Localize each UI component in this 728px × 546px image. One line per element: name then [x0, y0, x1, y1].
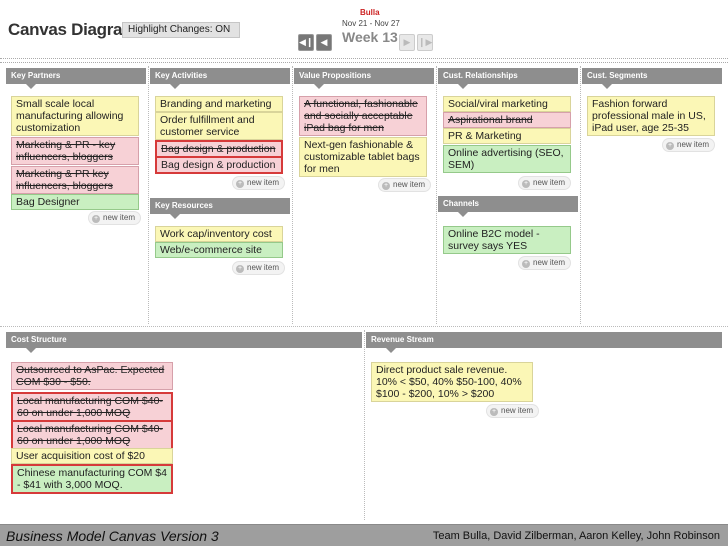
column-divider	[148, 66, 149, 324]
sticky-note[interactable]: Local manufacturing COM $40-60 on under …	[11, 420, 173, 450]
sticky-note[interactable]: Aspirational brand	[443, 112, 571, 128]
sticky-note[interactable]: Online B2C model - survey says YES	[443, 226, 571, 254]
new-item-button[interactable]: + new item	[518, 256, 572, 270]
sticky-note[interactable]: Bag design & production	[155, 156, 283, 174]
sticky-note[interactable]: Direct product sale revenue. 10% < $50, …	[371, 362, 533, 402]
skip-back-icon: ◀❙	[299, 37, 314, 47]
prev-week-button[interactable]: ◀	[316, 34, 332, 51]
plus-icon: +	[666, 142, 674, 150]
next-week-button[interactable]: ▶	[399, 34, 415, 51]
plus-icon: +	[382, 182, 390, 190]
plus-icon: +	[236, 265, 244, 273]
sticky-note[interactable]: Bag Designer	[11, 194, 139, 210]
new-item-button[interactable]: + new item	[662, 138, 716, 152]
new-item-button[interactable]: + new item	[486, 404, 540, 418]
sticky-note[interactable]: Online advertising (SEO, SEM)	[443, 145, 571, 173]
sticky-note[interactable]: PR & Marketing	[443, 128, 571, 144]
plus-icon: +	[522, 180, 530, 188]
new-item-label: new item	[501, 406, 534, 415]
sticky-note[interactable]: A functional, fashionable and socially a…	[299, 96, 427, 136]
new-item-label: new item	[247, 263, 280, 272]
cust-segments-header: Cust. Segments	[582, 68, 722, 89]
key-partners-header: Key Partners	[6, 68, 146, 89]
sticky-note[interactable]: Fashion forward professional male in US,…	[587, 96, 715, 136]
arrow-left-icon: ◀	[320, 37, 328, 47]
column-divider	[292, 66, 293, 324]
date-range: Nov 21 - Nov 27	[342, 19, 400, 28]
last-week-button[interactable]: ❙▶	[417, 34, 433, 51]
new-item-label: new item	[677, 140, 710, 149]
new-item-label: new item	[247, 178, 280, 187]
plus-icon: +	[92, 215, 100, 223]
team-name: Bulla	[360, 8, 380, 17]
sticky-note[interactable]: Marketing & PR - key influencers, blogge…	[11, 137, 139, 165]
revenue-stream-header: Revenue Stream	[366, 332, 722, 353]
sticky-note[interactable]: Web/e-commerce site	[155, 242, 283, 258]
plus-icon: +	[522, 260, 530, 268]
sticky-note[interactable]: Local manufacturing COM $40-60 on under …	[11, 392, 173, 422]
key-resources-header: Key Resources	[150, 198, 290, 219]
sticky-note[interactable]: Social/viral marketing	[443, 96, 571, 112]
new-item-button[interactable]: + new item	[232, 176, 286, 190]
new-item-button[interactable]: + new item	[518, 176, 572, 190]
row-divider	[0, 326, 728, 327]
arrow-right-icon: ▶	[403, 37, 411, 47]
footer-bar: Business Model Canvas Version 3 Team Bul…	[0, 524, 728, 546]
plus-icon: +	[490, 408, 498, 416]
new-item-button[interactable]: + new item	[88, 211, 142, 225]
highlight-changes-toggle[interactable]: Highlight Changes: ON	[122, 22, 240, 38]
new-item-label: new item	[393, 180, 426, 189]
column-divider	[436, 66, 437, 324]
app-header: Canvas Diagram Highlight Changes: ON Bul…	[0, 0, 728, 58]
sticky-note[interactable]: Chinese manufacturing COM $4 - $41 with …	[11, 464, 173, 494]
cust-relationships-header: Cust. Relationships	[438, 68, 578, 89]
plus-icon: +	[236, 180, 244, 188]
new-item-label: new item	[103, 213, 136, 222]
first-week-button[interactable]: ◀❙	[298, 34, 314, 51]
value-propositions-header: Value Propositions	[294, 68, 434, 89]
cost-structure-header: Cost Structure	[6, 332, 362, 353]
new-item-button[interactable]: + new item	[378, 178, 432, 192]
sticky-note[interactable]: Work cap/inventory cost	[155, 226, 283, 242]
new-item-button[interactable]: + new item	[232, 261, 286, 275]
new-item-label: new item	[533, 258, 566, 267]
sticky-note[interactable]: Marketing & PR key influencers, bloggers	[11, 166, 139, 194]
week-label: Week 13	[342, 29, 398, 45]
footer-credits: Team Bulla, David Zilberman, Aaron Kelle…	[432, 530, 720, 542]
footer-title: Business Model Canvas Version 3	[6, 528, 219, 544]
header-divider	[0, 58, 728, 63]
channels-header: Channels	[438, 196, 578, 217]
sticky-note[interactable]: Branding and marketing	[155, 96, 283, 112]
sticky-note[interactable]: Order fulfillment and customer service	[155, 112, 283, 140]
sticky-note[interactable]: User acquisition cost of $20	[11, 448, 173, 464]
key-activities-header: Key Activities	[150, 68, 290, 89]
page-title: Canvas Diagram	[8, 20, 138, 39]
sticky-note[interactable]: Next-gen fashionable & customizable tabl…	[299, 137, 427, 177]
column-divider	[580, 66, 581, 324]
skip-forward-icon: ❙▶	[418, 37, 433, 47]
sticky-note[interactable]: Small scale local manufacturing allowing…	[11, 96, 139, 136]
sticky-note[interactable]: Outsourced to AsPac. Expected COM $30 - …	[11, 362, 173, 390]
column-divider	[364, 330, 365, 520]
new-item-label: new item	[533, 178, 566, 187]
